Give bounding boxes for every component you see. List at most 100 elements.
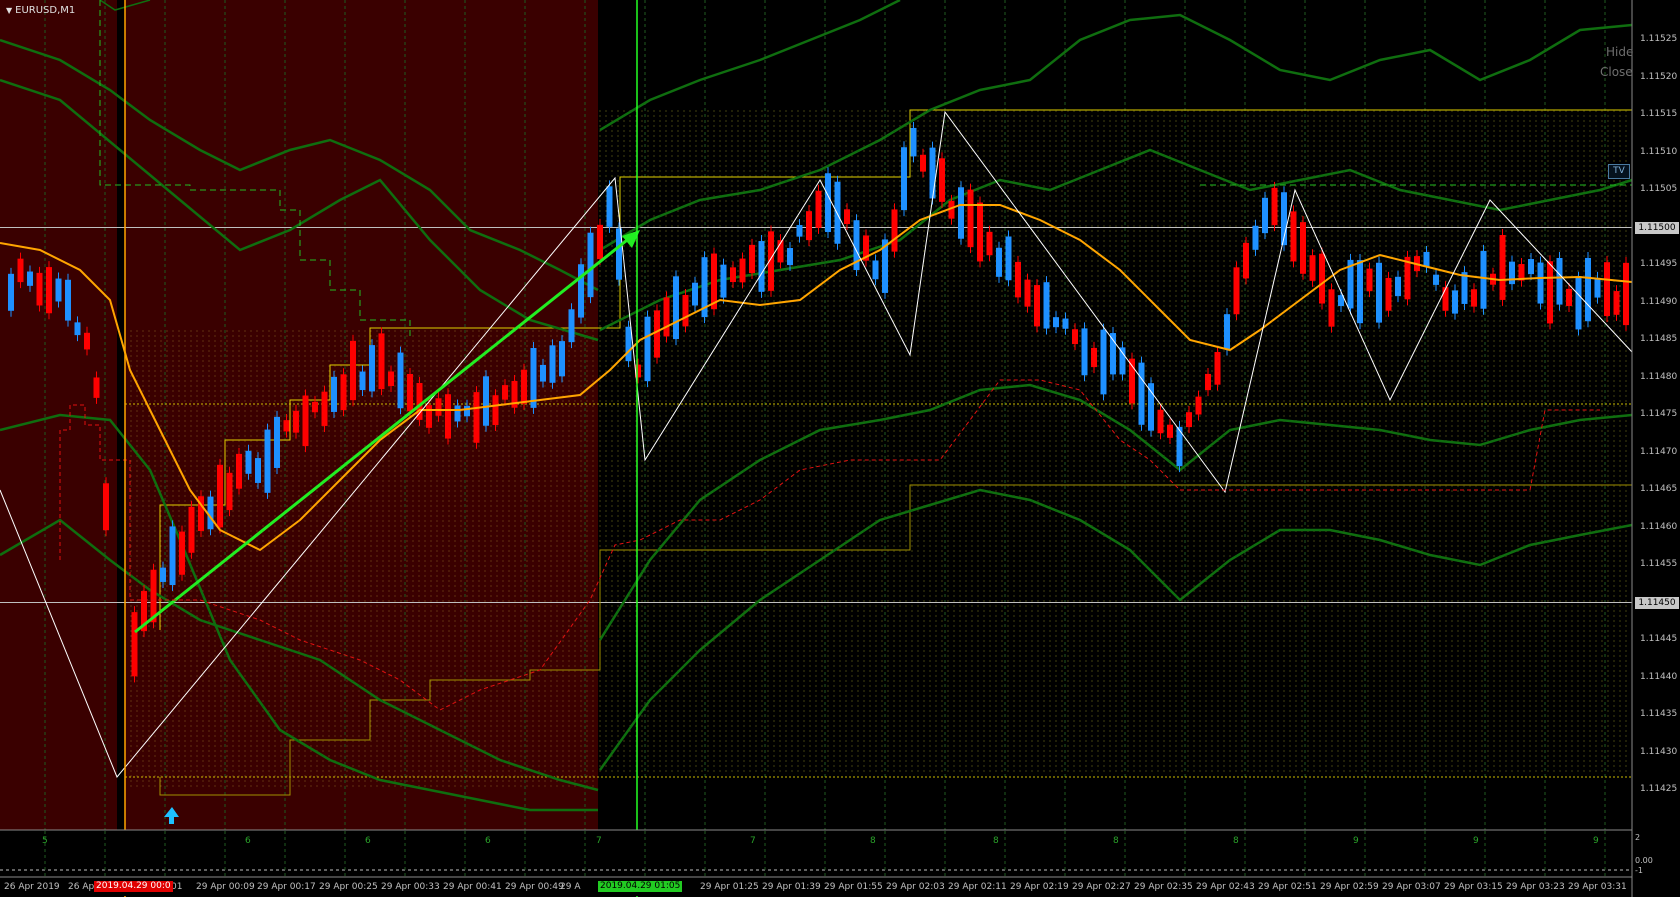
candle-body [1195,396,1202,415]
candle-body [720,264,727,298]
candle-body [1433,274,1439,285]
candle-body [796,225,803,237]
candle-body [1072,329,1078,345]
candle-body [179,531,185,575]
candle-body [939,158,945,202]
hide-button[interactable]: Hide [1606,45,1633,59]
candle-body [1243,242,1249,279]
candle-body [644,316,651,382]
candle-body [1205,373,1211,391]
time-tick-label: 29 Apr 02:43 [1196,882,1255,892]
candle-body [834,181,841,244]
candle-body [1271,187,1278,226]
candle-body [1015,261,1021,298]
sub-axis-label: 0.00 [1635,856,1653,865]
candle-body [1138,362,1145,425]
candle-body [1100,329,1107,395]
candle-body [1509,261,1515,285]
candle-body [407,374,413,412]
band-line [599,13,1633,252]
candle-body [1081,328,1088,376]
candle-body [1119,347,1126,375]
candle-body [312,401,318,413]
price-chart[interactable] [0,0,1680,897]
candle-body [1043,282,1050,329]
candle-body [1233,267,1240,315]
candle-body [1556,257,1563,305]
candle-body [910,127,917,157]
candle-body [1499,235,1506,300]
sub-window-value: 7 [596,836,602,846]
candle-body [84,332,90,350]
close-button[interactable]: Close [1600,65,1633,79]
candle-body [454,405,461,422]
candle-body [331,376,337,412]
candle-body [74,322,81,336]
time-tick-label: 29 Apr 00:25 [319,882,378,892]
time-tick-label: 29 Apr 03:07 [1382,882,1441,892]
candle-body [264,429,271,493]
sub-window-value: 9 [1473,836,1479,846]
time-tick-label: 29 Apr 02:51 [1258,882,1317,892]
candle-body [1186,412,1192,428]
candle-body [378,333,385,390]
candle-body [1461,272,1468,304]
price-tick-label: 1.11440 [1640,671,1678,682]
candle-body [1452,290,1458,314]
candle-body [36,272,43,306]
candle-body [606,186,613,227]
candle-body [844,209,850,225]
candle-body [1575,277,1582,330]
time-tick-label: 29 Apr 02:35 [1134,882,1193,892]
candle-body [226,472,233,511]
candle-body [169,526,176,586]
candle-body [1547,261,1553,324]
time-tick-label: 29 Apr 02:03 [886,882,945,892]
candle-body [217,464,223,528]
price-tick-label: 1.11475 [1640,409,1678,419]
candle-body [559,341,565,377]
session-separator [117,0,125,830]
price-tick-label: 1.11460 [1640,521,1678,532]
candle-body [1224,314,1230,350]
price-tick-label: 1.11430 [1640,746,1678,757]
candle-body [321,391,328,426]
sub-window-value: 6 [365,836,371,846]
price-highlight-label: 1.11500 [1635,221,1679,234]
candle-body [65,279,71,321]
tv-badge[interactable]: TV [1608,164,1630,179]
price-highlight-label: 1.11450 [1635,596,1679,609]
time-tick-label: 29 Apr 00:33 [381,882,440,892]
candle-body [1480,250,1487,309]
candle-body [587,232,594,298]
price-tick-label: 1.11435 [1640,709,1678,719]
candle-body [160,567,166,582]
candle-body [302,395,309,447]
candle-body [1034,285,1040,327]
red-time-cursor: 2019.04.29 00:0 [94,881,173,892]
chart-title: ▼ EURUSD,M1 [6,5,75,16]
candle-body [55,278,62,302]
candle-body [1623,262,1629,326]
candle-body [1537,262,1544,304]
candle-body [1252,225,1259,250]
candle-body [1290,211,1297,262]
sub-window-value: 7 [750,836,756,846]
price-tick-label: 1.11490 [1640,296,1678,307]
candle-body [986,231,993,256]
price-tick-label: 1.11455 [1640,559,1678,569]
candle-body [692,282,698,306]
dropdown-triangle-icon[interactable]: ▼ [6,6,12,15]
time-tick-label: 29 Apr 01:55 [824,882,883,892]
candle-body [1005,236,1012,281]
sub-window-value: 8 [870,836,876,846]
candle-body [483,376,489,426]
time-tick-label: 29 Apr 03:23 [1506,882,1565,892]
candle-body [1566,288,1572,307]
time-tick-label: 01 [171,882,183,892]
candle-body [473,392,480,443]
candle-body [1395,276,1401,297]
time-tick-label: 29 Apr 01:25 [700,882,759,892]
candle-body [521,369,527,404]
candle-body [188,506,195,553]
